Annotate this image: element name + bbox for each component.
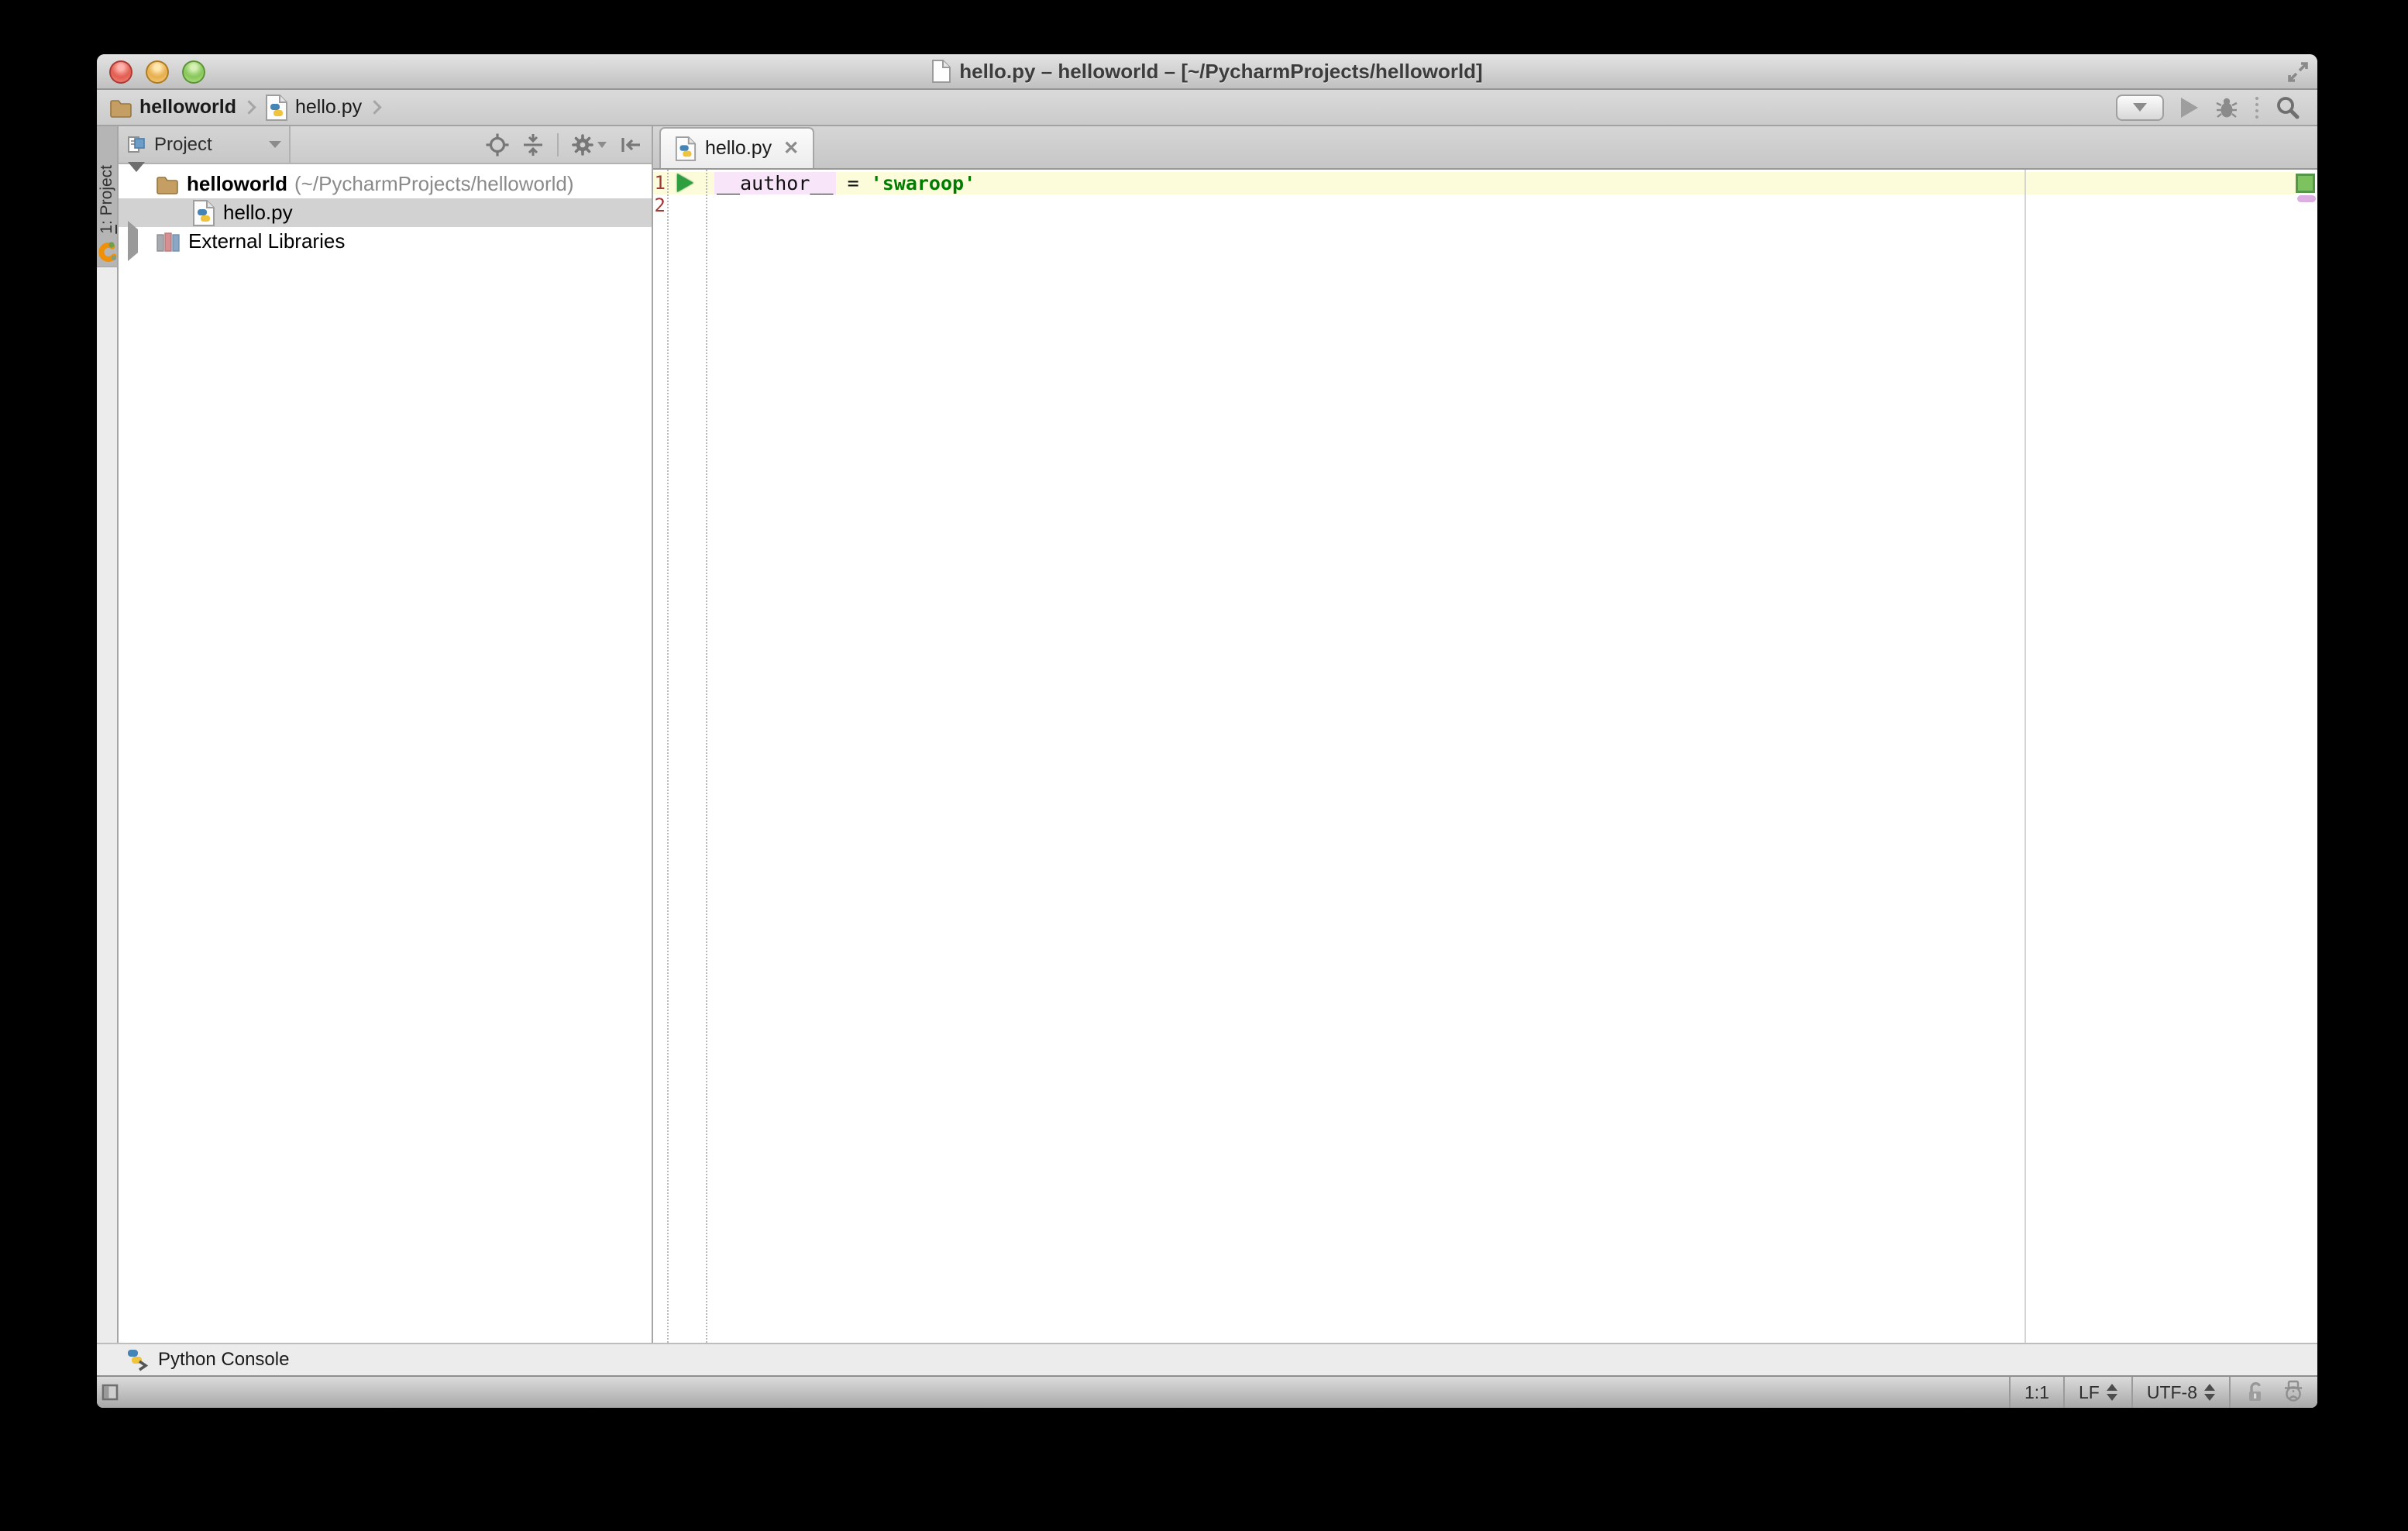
breadcrumb-item-project[interactable]: helloworld xyxy=(109,96,236,119)
caret-position-widget[interactable]: 1:1 xyxy=(2009,1377,2063,1408)
close-button[interactable] xyxy=(109,60,132,84)
toolwindow-stripe-left: 1: Project xyxy=(97,126,119,1343)
pycharm-window: hello.py – helloworld – [~/PycharmProjec… xyxy=(97,54,2317,1408)
external-libraries-label: External Libraries xyxy=(188,229,345,253)
project-view-label: Project xyxy=(154,134,212,156)
window-title: hello.py – helloworld – [~/PycharmProjec… xyxy=(959,60,1482,84)
status-bar-icons xyxy=(2229,1377,2317,1408)
minimize-button[interactable] xyxy=(146,60,169,84)
breadcrumb: helloworld hello.py xyxy=(109,94,390,122)
status-bar-left xyxy=(97,1377,119,1408)
project-root-path: (~/PycharmProjects/helloworld) xyxy=(294,172,574,196)
desktop-background: hello.py – helloworld – [~/PycharmProjec… xyxy=(0,0,2408,1531)
close-tab-icon[interactable]: ✕ xyxy=(783,137,799,160)
run-configuration-selector[interactable] xyxy=(2116,95,2164,121)
gutter-separator xyxy=(706,170,707,1343)
chevron-down-icon xyxy=(597,142,607,148)
inspection-profile-icon[interactable] xyxy=(2282,1380,2305,1405)
debug-icon[interactable] xyxy=(2215,96,2238,119)
error-stripe-column[interactable] xyxy=(2296,170,2317,1343)
navigation-bar: helloworld hello.py xyxy=(97,90,2317,126)
title-group: hello.py – helloworld – [~/PycharmProjec… xyxy=(931,59,1482,84)
titlebar[interactable]: hello.py – helloworld – [~/PycharmProjec… xyxy=(97,54,2317,90)
expand-arrow-icon[interactable] xyxy=(128,172,143,196)
python-console-icon xyxy=(126,1348,150,1371)
project-tree: helloworld (~/PycharmProjects/helloworld… xyxy=(119,164,652,1343)
chevron-right-icon xyxy=(242,100,256,114)
line-number: 1 xyxy=(653,172,666,194)
tree-row-hello-py[interactable]: hello.py xyxy=(119,198,652,227)
code-token-string: 'swaroop' xyxy=(871,172,975,194)
fullscreen-icon[interactable] xyxy=(2286,60,2310,84)
run-toolbar xyxy=(2116,95,2305,121)
settings-gear-icon[interactable] xyxy=(571,133,607,157)
tab-label: hello.py xyxy=(705,137,772,160)
hide-panel-icon[interactable] xyxy=(619,133,642,157)
collapse-all-icon[interactable] xyxy=(521,133,545,157)
status-bar-widgets: 1:1 LF UTF-8 xyxy=(2009,1377,2317,1408)
tab-hello-py[interactable]: hello.py ✕ xyxy=(659,127,814,168)
code-line-1[interactable]: __author__ = 'swaroop' xyxy=(714,172,975,194)
updown-arrows-icon xyxy=(2107,1384,2117,1401)
project-toolwindow-icon xyxy=(97,240,117,263)
code-editor[interactable]: 1 2 __author__ = 'swaroop' xyxy=(653,170,2317,1343)
traffic-lights xyxy=(109,60,205,84)
libraries-icon xyxy=(156,230,181,253)
collapse-arrow-icon[interactable] xyxy=(128,229,143,253)
file-name: hello.py xyxy=(223,201,293,225)
editor-area: hello.py ✕ 1 2 __author__ = 'swaroop' xyxy=(653,126,2317,1343)
project-panel: Project xyxy=(119,126,652,1343)
python-file-icon xyxy=(192,199,215,227)
project-view-selector[interactable]: Project xyxy=(119,126,291,163)
stripe-button-project[interactable]: 1: Project xyxy=(97,126,117,267)
code-token-variable: __author__ xyxy=(714,172,836,194)
main-area: 1: Project Project xyxy=(97,126,2317,1343)
code-token-operator: = xyxy=(836,172,871,194)
folder-icon xyxy=(109,98,132,118)
python-file-icon xyxy=(265,94,288,122)
tree-row-project-root[interactable]: helloworld (~/PycharmProjects/helloworld… xyxy=(119,170,652,198)
toolbar-separator xyxy=(2255,97,2258,119)
tree-row-external-libraries[interactable]: External Libraries xyxy=(119,227,652,256)
folder-icon xyxy=(156,174,179,194)
chevron-down-icon xyxy=(2133,103,2147,112)
gutter-separator xyxy=(667,170,669,1343)
toolwindow-toggle-icon[interactable] xyxy=(101,1384,119,1401)
unlocked-icon[interactable] xyxy=(2246,1381,2266,1404)
locate-icon[interactable] xyxy=(486,133,509,157)
project-root-name: helloworld xyxy=(187,172,287,196)
zoom-button[interactable] xyxy=(182,60,205,84)
run-gutter-icon[interactable] xyxy=(677,174,693,192)
breadcrumb-item-file[interactable]: hello.py xyxy=(265,94,362,122)
toolbar-separator xyxy=(557,133,559,157)
line-separator-widget[interactable]: LF xyxy=(2063,1377,2131,1408)
project-view-icon xyxy=(126,135,146,155)
document-icon xyxy=(931,59,951,84)
run-icon[interactable] xyxy=(2181,98,2198,118)
python-file-icon xyxy=(675,136,697,162)
stripe-button-label: 1: Project xyxy=(98,165,116,234)
search-icon[interactable] xyxy=(2276,95,2300,120)
inspection-status-icon[interactable] xyxy=(2296,174,2315,193)
chevron-right-icon xyxy=(367,100,381,114)
python-console-label: Python Console xyxy=(158,1349,289,1371)
status-bar: 1:1 LF UTF-8 xyxy=(97,1375,2317,1408)
bottom-toolwindow-bar: Python Console xyxy=(97,1343,2317,1375)
right-margin-guide xyxy=(2024,170,2026,1343)
updown-arrows-icon xyxy=(2204,1384,2215,1401)
chevron-down-icon xyxy=(269,141,281,148)
project-panel-toolbar xyxy=(486,133,652,157)
editor-tab-bar: hello.py ✕ xyxy=(653,126,2317,170)
project-panel-header: Project xyxy=(119,126,652,164)
error-stripe-mark[interactable] xyxy=(2297,195,2316,202)
python-console-button[interactable]: Python Console xyxy=(126,1348,289,1371)
encoding-widget[interactable]: UTF-8 xyxy=(2131,1377,2229,1408)
line-number: 2 xyxy=(653,194,666,217)
